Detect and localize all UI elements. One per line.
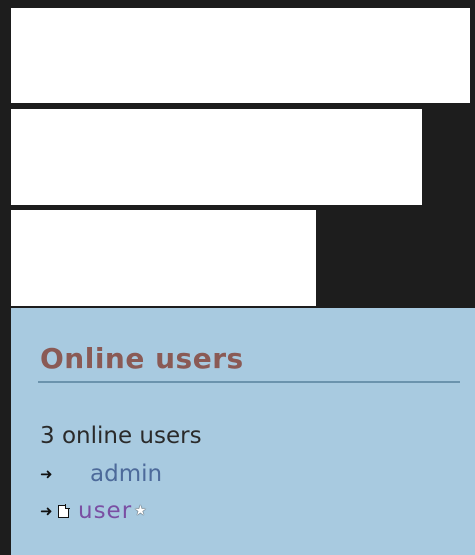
user-list-item-user: ➜ user ★ bbox=[40, 496, 147, 526]
blank-panel-2 bbox=[11, 109, 422, 205]
blank-panel-3 bbox=[11, 210, 316, 306]
arrow-right-icon: ➜ bbox=[40, 501, 53, 520]
blank-panel-1 bbox=[11, 8, 470, 103]
user-link-admin[interactable]: admin bbox=[90, 461, 162, 487]
arrow-right-icon: ➜ bbox=[40, 464, 53, 483]
user-link-user[interactable]: user bbox=[78, 498, 132, 524]
online-users-panel: Online users 3 online users ➜ admin ➜ us… bbox=[11, 308, 475, 555]
page-icon bbox=[58, 503, 70, 518]
online-users-title: Online users bbox=[40, 342, 244, 375]
user-list-item-admin: ➜ admin bbox=[40, 459, 162, 489]
star-icon: ★ bbox=[134, 503, 147, 519]
title-divider bbox=[38, 381, 460, 383]
online-users-count: 3 online users bbox=[40, 423, 202, 449]
